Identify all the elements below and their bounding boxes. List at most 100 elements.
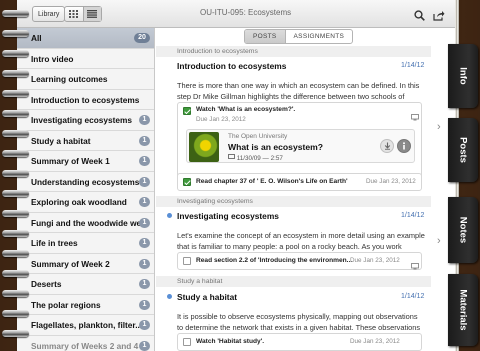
- sidebar-item-life-in-trees[interactable]: Life in trees 1: [17, 233, 154, 254]
- chevron-right-icon[interactable]: ›: [437, 235, 441, 247]
- task-label: Read chapter 37 of ' E. O. Wilson's Life…: [196, 178, 348, 185]
- sidebar-item-investigating[interactable]: Investigating ecosystems 1: [17, 110, 154, 131]
- download-icon[interactable]: [380, 139, 394, 153]
- count-badge: 1: [139, 156, 150, 166]
- sidebar-item-summary-weeks[interactable]: Summary of Weeks 2 and 41: [17, 336, 154, 351]
- sidebar-item-label: Study a habitat: [31, 135, 91, 146]
- sidebar-item-label: Intro video: [31, 53, 74, 64]
- sidebar-item-understanding[interactable]: Understanding ecosystems 1: [17, 172, 154, 192]
- tab-notes-label: Notes: [457, 216, 469, 244]
- count-badge: 1: [139, 340, 150, 351]
- video-item[interactable]: The Open University What is an ecosystem…: [186, 129, 415, 163]
- spiral-binding: [0, 0, 30, 351]
- task-checkbox[interactable]: [183, 257, 191, 265]
- post-date: 1/14/12: [401, 62, 425, 69]
- task-checkbox[interactable]: [183, 178, 191, 186]
- tab-materials[interactable]: Materials: [448, 274, 478, 346]
- share-icon[interactable]: [433, 8, 445, 26]
- video-thumbnail: [189, 132, 219, 162]
- task-due-date: Due Jan 23, 2012: [350, 257, 400, 264]
- video-title: What is an ecosystem?: [228, 142, 324, 152]
- sidebar-item-study-habitat[interactable]: Study a habitat 1: [17, 131, 154, 151]
- count-badge: 1: [139, 279, 150, 289]
- post-date: 1/14/12: [401, 212, 425, 219]
- video-date-duration: 11/30/09 — 2:57: [236, 155, 283, 162]
- sidebar-item-label: Summary of Weeks 2 and 4: [31, 340, 139, 351]
- sidebar-item-label: Life in trees: [31, 238, 78, 248]
- count-badge: 1: [139, 115, 150, 125]
- sidebar-item-fungi[interactable]: Fungi and the woodwide web 1: [17, 213, 154, 233]
- tab-info-label: Info: [457, 67, 469, 85]
- screen-icon: [411, 108, 419, 126]
- task-checkbox[interactable]: [183, 107, 191, 115]
- sidebar-item-label: Investigating ecosystems: [31, 115, 132, 125]
- count-badge: 1: [139, 258, 150, 269]
- video-meta: 11/30/09 — 2:57: [228, 154, 283, 162]
- count-badge: 1: [139, 299, 150, 310]
- post-title[interactable]: Investigating ecosystems: [177, 211, 279, 221]
- grid-view-icon[interactable]: [65, 7, 83, 21]
- video-source: The Open University: [228, 133, 288, 140]
- screen-icon: [228, 154, 235, 162]
- sidebar-item-flagellates[interactable]: Flagellates, plankton, filter... 1: [17, 315, 154, 336]
- task-due-date: Due Jan 23, 2012: [196, 116, 246, 123]
- task-due-date: Due Jan 23, 2012: [366, 178, 416, 185]
- sidebar-item-summary-week1[interactable]: Summary of Week 1 1: [17, 151, 154, 172]
- count-badge: 1: [139, 176, 150, 187]
- sidebar-item-label: Flagellates, plankton, filter...: [31, 320, 143, 330]
- sidebar-item-label: Fungi and the woodwide web: [31, 217, 147, 228]
- post-title[interactable]: Introduction to ecosystems: [177, 61, 286, 71]
- task-label: Watch 'Habitat study'.: [196, 338, 265, 345]
- chevron-right-icon[interactable]: ›: [437, 121, 441, 133]
- sidebar-item-introduction[interactable]: Introduction to ecosystems: [17, 90, 154, 110]
- sidebar: All 20 Intro video Learning outcomes Intr…: [17, 28, 155, 351]
- section-header: Introduction to ecosystems: [156, 46, 431, 57]
- unread-indicator: [167, 213, 172, 218]
- info-icon[interactable]: [397, 139, 411, 153]
- count-badge: 1: [139, 238, 150, 248]
- sidebar-item-summary-week2[interactable]: Summary of Week 2 1: [17, 254, 154, 274]
- task-due-date: Due Jan 23, 2012: [350, 338, 400, 345]
- tab-posts-label: Posts: [457, 137, 469, 163]
- sidebar-item-polar-regions[interactable]: The polar regions 1: [17, 295, 154, 315]
- posts-panel: POSTS ASSIGNMENTS Introduction to ecosys…: [156, 28, 431, 351]
- tab-assignments-segment[interactable]: ASSIGNMENTS: [286, 30, 353, 43]
- sidebar-item-label: Summary of Week 1: [31, 156, 110, 166]
- task-checkbox[interactable]: [183, 338, 191, 346]
- post-title[interactable]: Study a habitat: [177, 292, 237, 302]
- sidebar-item-label: Exploring oak woodland: [31, 197, 127, 207]
- task-item: Watch 'Habitat study'. Due Jan 23, 2012: [177, 333, 422, 351]
- unread-indicator: [167, 294, 172, 299]
- task-item: Read section 2.2 of 'Introducing the env…: [177, 252, 422, 270]
- count-badge: 20: [134, 33, 150, 43]
- tab-posts-segment[interactable]: POSTS: [245, 30, 286, 43]
- tab-materials-label: Materials: [457, 289, 469, 331]
- sidebar-item-label: Deserts: [31, 279, 62, 289]
- section-header: Study a habitat: [156, 276, 431, 287]
- task-item: Read chapter 37 of ' E. O. Wilson's Life…: [177, 173, 422, 191]
- sidebar-item-label: Learning outcomes: [31, 74, 108, 84]
- document-title: OU-ITU-095: Ecosystems: [200, 8, 292, 17]
- sidebar-item-label: Introduction to ecosystems: [31, 94, 140, 105]
- sidebar-item-label: All: [31, 33, 42, 43]
- sidebar-item-deserts[interactable]: Deserts 1: [17, 274, 154, 295]
- sidebar-item-intro-video[interactable]: Intro video: [17, 49, 154, 69]
- search-icon[interactable]: [414, 8, 425, 26]
- posts-assignments-toggle[interactable]: POSTS ASSIGNMENTS: [244, 29, 354, 44]
- sidebar-item-label: The polar regions: [31, 299, 101, 310]
- screen-icon: [411, 257, 419, 275]
- tab-posts[interactable]: Posts: [448, 118, 478, 182]
- sidebar-item-label: Summary of Week 2: [31, 258, 110, 269]
- task-card: Watch 'What is an ecosystem?'. Due Jan 2…: [177, 102, 422, 178]
- sidebar-item-label: Understanding ecosystems: [31, 176, 140, 187]
- tab-notes[interactable]: Notes: [448, 197, 478, 263]
- count-badge: 1: [139, 135, 150, 146]
- tab-info[interactable]: Info: [448, 44, 478, 108]
- sidebar-item-learning-outcomes[interactable]: Learning outcomes: [17, 69, 154, 90]
- sidebar-item-oak-woodland[interactable]: Exploring oak woodland 1: [17, 192, 154, 213]
- task-label: Read section 2.2 of 'Introducing the env…: [196, 257, 353, 264]
- view-toggle[interactable]: [64, 6, 102, 22]
- library-button[interactable]: Library: [32, 6, 66, 22]
- sidebar-item-all[interactable]: All 20: [17, 28, 154, 49]
- list-view-icon[interactable]: [82, 7, 101, 21]
